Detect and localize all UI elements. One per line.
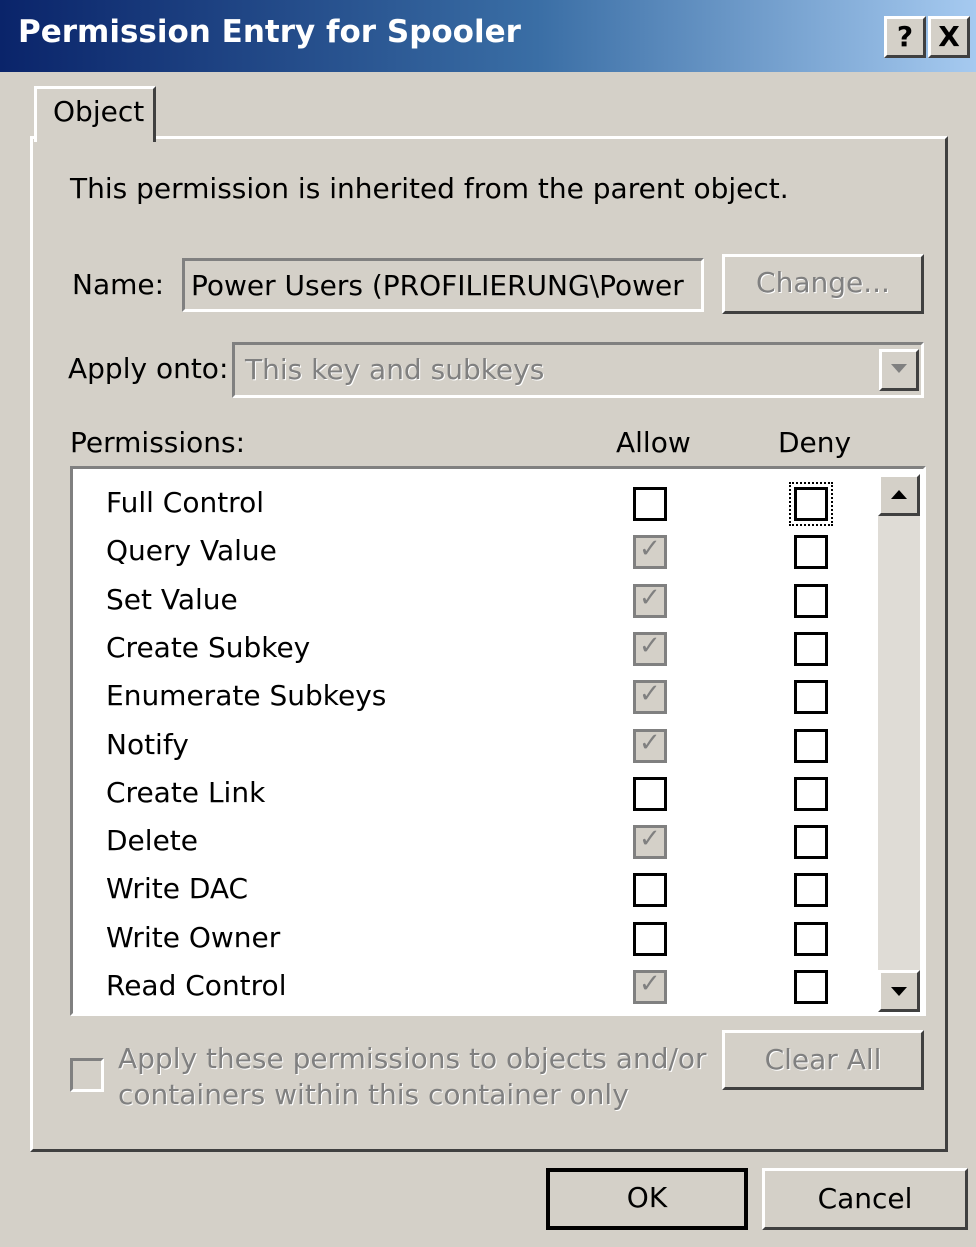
apply-onto-select[interactable]: This key and subkeys	[232, 342, 924, 398]
allow-checkbox[interactable]	[633, 969, 667, 1004]
allow-checkbox[interactable]	[633, 776, 667, 811]
permission-row-label: Write Owner	[106, 920, 281, 954]
ok-button[interactable]: OK	[546, 1168, 748, 1230]
permission-row-label: Read Control	[106, 969, 287, 1002]
window-title: Permission Entry for Spooler	[18, 14, 521, 50]
close-button[interactable]: X	[928, 16, 970, 58]
allow-checkbox[interactable]	[633, 873, 667, 908]
deny-checkbox[interactable]	[794, 631, 828, 666]
allow-checkbox[interactable]	[633, 583, 667, 618]
clear-all-button[interactable]: Clear All	[722, 1030, 924, 1090]
allow-checkbox[interactable]	[633, 631, 667, 666]
tab-object[interactable]: Object	[34, 86, 156, 142]
deny-checkbox[interactable]	[789, 482, 833, 526]
permission-row-label: Notify	[106, 727, 189, 761]
permission-row-label: Set Value	[106, 582, 238, 616]
deny-checkbox[interactable]	[794, 535, 828, 570]
permission-row-label: Delete	[106, 824, 198, 858]
allow-checkbox[interactable]	[633, 921, 667, 956]
permission-row-label: Create Subkey	[106, 630, 311, 664]
deny-checkbox[interactable]	[794, 680, 828, 715]
deny-header: Deny	[778, 426, 852, 459]
allow-header: Allow	[616, 426, 691, 459]
deny-checkbox[interactable]	[794, 873, 828, 908]
allow-checkbox[interactable]	[633, 728, 667, 763]
dropdown-button[interactable]	[879, 349, 919, 391]
apply-children-line2: containers within this container only	[118, 1078, 629, 1111]
permission-row-label: Full Control	[106, 486, 264, 519]
name-field: Power Users (PROFILIERUNG\Power	[182, 258, 704, 312]
permission-row-label: Enumerate Subkeys	[106, 679, 387, 713]
tab-label: Object	[53, 95, 145, 128]
allow-checkbox[interactable]	[633, 824, 667, 860]
permission-row-label: Write DAC	[106, 872, 249, 906]
scroll-up-arrow-icon	[891, 490, 907, 499]
name-label: Name:	[72, 268, 165, 301]
name-value: Power Users (PROFILIERUNG\Power	[191, 269, 684, 302]
deny-checkbox[interactable]	[794, 825, 828, 860]
chevron-down-icon	[891, 364, 907, 373]
apply-children-line1: Apply these permissions to objects and/o…	[118, 1042, 707, 1075]
allow-checkbox[interactable]	[633, 679, 667, 715]
deny-checkbox[interactable]	[794, 583, 828, 618]
scrollbar[interactable]	[878, 474, 920, 1012]
scroll-up-button[interactable]	[878, 474, 920, 516]
deny-checkbox[interactable]	[794, 921, 828, 956]
cancel-button[interactable]: Cancel	[762, 1168, 968, 1230]
permission-row-label: Query Value	[106, 534, 277, 568]
apply-onto-value: This key and subkeys	[245, 353, 545, 386]
title-bar[interactable]: Permission Entry for Spooler ? X	[0, 0, 976, 72]
change-button[interactable]: Change...	[722, 254, 924, 314]
scroll-down-button[interactable]	[878, 970, 920, 1012]
apply-children-checkbox[interactable]	[70, 1058, 104, 1092]
deny-checkbox[interactable]	[794, 970, 828, 1004]
scroll-down-arrow-icon	[891, 987, 907, 996]
permission-row-label: Create Link	[106, 775, 266, 809]
deny-checkbox[interactable]	[794, 776, 828, 811]
allow-checkbox[interactable]	[633, 534, 667, 570]
inherit-message: This permission is inherited from the pa…	[70, 172, 789, 205]
help-button[interactable]: ?	[884, 16, 926, 58]
allow-checkbox[interactable]	[633, 487, 667, 521]
permissions-label: Permissions:	[70, 426, 246, 459]
deny-checkbox[interactable]	[794, 728, 828, 763]
apply-onto-label: Apply onto:	[68, 352, 229, 385]
